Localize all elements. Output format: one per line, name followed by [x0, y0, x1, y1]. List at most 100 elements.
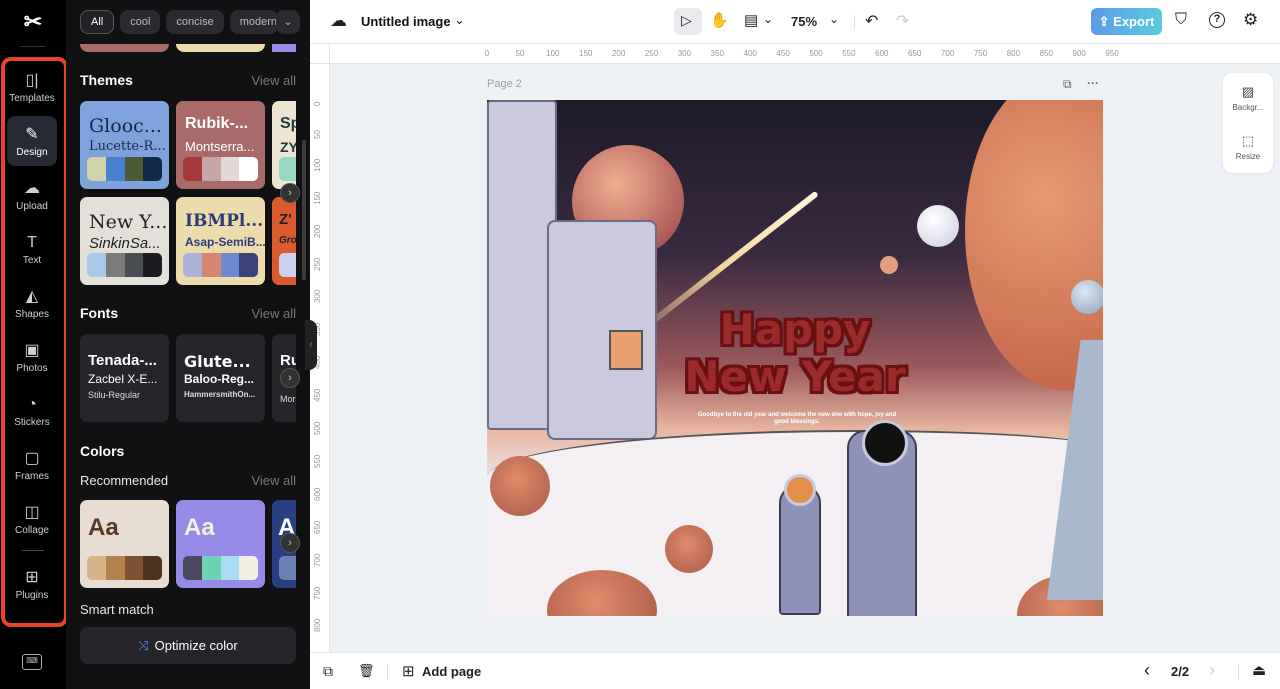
fonts-next-arrow[interactable]: › [280, 368, 300, 388]
ruler-tick-label: 750 [313, 586, 322, 600]
rail-item-templates[interactable]: ▯| Templates [7, 62, 57, 112]
theme-card[interactable]: Rubik-... Montserra... [176, 101, 265, 189]
toolbar-divider [1238, 665, 1239, 679]
swatch [105, 157, 125, 181]
settings-gear-icon[interactable]: ⚙ [1243, 10, 1258, 30]
color-palette-card[interactable]: Aa [176, 500, 265, 588]
chips-expand-button[interactable]: ⌄ [276, 10, 300, 34]
ruler-tick-label: 550 [842, 49, 856, 58]
rail-item-text[interactable]: T Text [7, 224, 57, 274]
add-page-icon[interactable]: ⊞ [402, 662, 415, 680]
swatch [105, 253, 125, 277]
helmet [784, 474, 816, 506]
duplicate-page-icon[interactable]: ⧉ [323, 663, 333, 680]
horizontal-ruler[interactable]: 0 50 100 150 200 250 300 350 400 450 500 550 600 650 7… [330, 44, 1280, 64]
upload-cloud-icon: ☁ [24, 180, 40, 197]
colors-next-arrow[interactable]: › [280, 533, 300, 553]
add-page-button[interactable]: Add page [422, 664, 481, 679]
swatch [124, 253, 144, 277]
rail-item-frames[interactable]: ▢ Frames [7, 440, 57, 490]
swatch [220, 253, 240, 277]
zoom-chevron-down-icon[interactable]: ⌄ [829, 12, 839, 26]
ruler-tick-label: 600 [875, 49, 889, 58]
chip-all[interactable]: All [80, 10, 115, 34]
fonts-view-all-link[interactable]: View all [251, 306, 296, 321]
moon [917, 205, 959, 247]
collapse-panel-handle[interactable]: ‹ [305, 320, 317, 370]
ruler-tick-label: 250 [644, 49, 659, 58]
redo-icon[interactable]: ↷ [896, 11, 909, 31]
ruler-tick-label: 100 [313, 158, 322, 172]
layout-icon[interactable]: ▤ [744, 11, 758, 29]
color-palette-card[interactable]: Aa [80, 500, 169, 588]
swatch [183, 556, 202, 580]
themes-next-arrow[interactable]: › [280, 183, 300, 203]
title-chevron-down-icon[interactable]: ⌄ [454, 12, 465, 28]
headline-new-year[interactable]: New Year [487, 355, 1103, 399]
theme-card[interactable]: Sp ZY [272, 101, 296, 189]
ruler-tick-label: 900 [1072, 49, 1086, 58]
hand-pan-icon[interactable]: ✋ [710, 11, 729, 29]
panel-scrollbar[interactable] [302, 140, 306, 280]
themes-view-all-link[interactable]: View all [251, 73, 296, 88]
theme-card[interactable]: IBMPl... Asap-SemiB... [176, 197, 265, 285]
rail-item-collage[interactable]: ◫ Collage [7, 494, 57, 544]
shuffle-icon: ⤨ [138, 638, 149, 653]
help-icon[interactable]: ? [1209, 12, 1225, 28]
ruler-tick-label: 300 [677, 49, 692, 58]
keyboard-shortcuts-icon[interactable]: ⌨ [22, 654, 42, 670]
swatch [105, 556, 125, 580]
export-button[interactable]: ⇪ Export [1091, 8, 1162, 35]
rail-item-shapes[interactable]: ◭ Shapes [7, 278, 57, 328]
resize-tool-button[interactable]: ⬚ Resize [1223, 133, 1273, 161]
chip-concise[interactable]: concise [166, 10, 224, 34]
swatch [279, 253, 296, 277]
layers-icon[interactable]: ⏏ [1252, 661, 1266, 679]
headline-happy[interactable]: Happy [487, 308, 1103, 352]
layout-chevron-down-icon[interactable]: ⌄ [763, 12, 773, 26]
chip-modern[interactable]: modern [229, 10, 278, 34]
theme-card[interactable]: Glooc... Lucette-R... [80, 101, 169, 189]
rail-item-photos[interactable]: ▣ Photos [7, 332, 57, 382]
optimize-color-button[interactable]: ⤨ Optimize color [80, 627, 296, 664]
rail-divider [20, 46, 46, 47]
more-options-icon[interactable]: ··· [1087, 76, 1099, 90]
background-tool-button[interactable]: ▨ Backgr... [1223, 84, 1273, 112]
theme-card[interactable]: New Y... SinkinSa... [80, 197, 169, 285]
shield-check-icon[interactable]: ⛉ [1175, 11, 1187, 29]
palette-swatches [183, 253, 258, 277]
shapes-icon: ◭ [25, 288, 39, 305]
next-page-button[interactable]: › [1209, 660, 1215, 681]
zoom-level[interactable]: 75% [791, 14, 817, 29]
greeting-subtext[interactable]: Goodbye to the old year and welcome the … [697, 412, 897, 426]
document-title[interactable]: Untitled image [361, 14, 451, 29]
font-card[interactable]: Tenada-... Zacbel X-E... Stilu-Regular [80, 334, 169, 422]
colors-title: Colors [80, 443, 125, 459]
theme-card[interactable]: Z' Gro [272, 197, 296, 285]
fonts-title: Fonts [80, 305, 119, 321]
helmet [862, 420, 908, 466]
rail-item-plugins[interactable]: ⊞ Plugins [7, 559, 57, 609]
colors-view-all-link[interactable]: View all [251, 473, 296, 488]
rail-item-upload[interactable]: ☁ Upload [7, 170, 57, 220]
capcut-logo-icon[interactable]: ✂ [20, 10, 46, 34]
swatch [201, 157, 221, 181]
prev-card-peek [80, 44, 169, 52]
chip-cool[interactable]: cool [120, 10, 161, 34]
swatch [279, 157, 296, 181]
ruler-tick-label: 200 [313, 224, 322, 238]
artboard-image[interactable]: Happy New Year Goodbye to the old year a… [487, 100, 1103, 616]
trash-icon[interactable]: 🗑 [358, 663, 375, 679]
cloud-sync-icon[interactable]: ☁ [330, 11, 347, 31]
swatch [87, 157, 106, 181]
filter-chips: All cool concise modern [80, 10, 278, 34]
prev-page-button[interactable]: ‹ [1144, 660, 1150, 681]
rail-item-design[interactable]: ✎ Design [7, 116, 57, 166]
undo-icon[interactable]: ↶ [865, 11, 878, 31]
ruler-tick-label: 50 [313, 129, 322, 139]
ruler-tick-label: 500 [809, 49, 823, 58]
font-card[interactable]: Glute... Baloo-Reg... HammersmithOn... [176, 334, 265, 422]
duplicate-page-icon[interactable]: ⧉ [1063, 77, 1072, 92]
cursor-select-icon[interactable]: ▷ [681, 12, 692, 29]
rail-item-stickers[interactable]: ◔ Stickers [7, 386, 57, 436]
